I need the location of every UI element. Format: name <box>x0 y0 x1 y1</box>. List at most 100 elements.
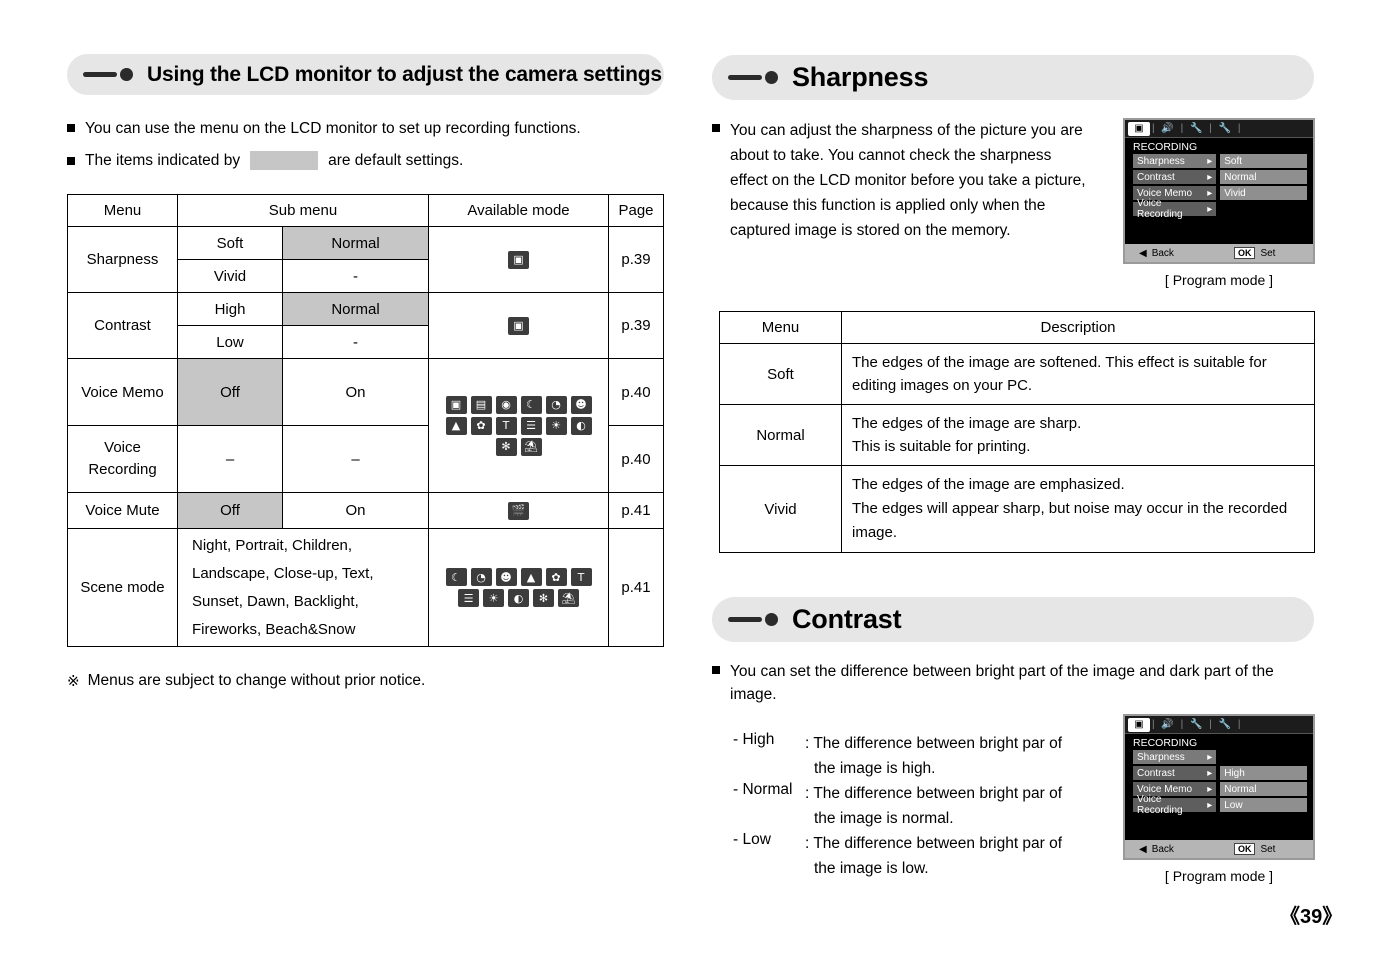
contrast-bullet-text: You can set the difference between brigh… <box>730 663 1274 703</box>
chevron-right-icon: ▸ <box>1207 799 1213 811</box>
lcd-row-sharpness[interactable]: Sharpness ▸ Soft <box>1125 154 1313 168</box>
lcd-label-voice-recording: Voice Recording ▸ <box>1133 794 1217 816</box>
lcd-back-button[interactable]: ◀ Back <box>1139 248 1174 259</box>
lcd-value-normal[interactable]: Normal <box>1220 170 1307 184</box>
cell-sub-dash: - <box>282 259 429 293</box>
lcd-value-high[interactable]: High <box>1220 766 1307 780</box>
wrench2-icon[interactable]: 🔧 <box>1214 718 1236 732</box>
table-row: Normal The edges of the image are sharp.… <box>719 404 1315 466</box>
divider: | <box>1237 719 1241 730</box>
night-mode-icon: ☾ <box>445 568 467 586</box>
contrast-desc-low-1: : The difference between bright par of <box>805 835 1063 852</box>
scene-list-text: Night, Portrait, Children, Landscape, Cl… <box>192 536 374 638</box>
mysetting-mode-icon: ◔ <box>470 568 492 586</box>
cell-page-voice-mute: p.41 <box>608 492 664 529</box>
chevron-right-icon: ▸ <box>1207 767 1213 779</box>
lcd-row-sharpness[interactable]: Sharpness ▸ <box>1125 750 1313 764</box>
divider: | <box>1209 719 1212 730</box>
wrench2-icon[interactable]: 🔧 <box>1214 122 1236 136</box>
chevron-right-icon: ▸ <box>1207 155 1213 167</box>
th-available-mode: Available mode <box>428 194 609 227</box>
lcd-set-button[interactable]: OK Set <box>1233 843 1275 855</box>
portrait-mode-icon: ☻ <box>570 395 592 414</box>
contrast-desc-low-2: the image is low. <box>814 860 929 877</box>
lcd-row-voice-recording[interactable]: Voice Recording ▸ Low <box>1125 794 1313 816</box>
left-bullet-3-text: are default settings. <box>328 152 464 169</box>
sunset-mode-icon: ☰ <box>458 589 479 607</box>
contrast-line-normal: - Normal : The difference between bright… <box>733 781 1062 831</box>
beach-snow-mode-icon: ⛱ <box>520 437 542 456</box>
sharpness-bullet-text: You can adjust the sharpness of the pict… <box>730 122 1086 239</box>
lcd-back-label: Back <box>1151 247 1174 259</box>
movie-mode-icon: 🎬 <box>508 501 529 520</box>
contrast-desc-low: : The difference between bright par of t… <box>805 831 1062 881</box>
asr-mode-icon: ◉ <box>495 395 517 414</box>
lcd-label-contrast: Contrast ▸ <box>1133 766 1217 780</box>
left-note-text: Menus are subject to change without prio… <box>87 672 426 689</box>
lcd-label-text: Voice Memo <box>1137 783 1193 795</box>
lcd-value-low[interactable]: Low <box>1220 798 1307 812</box>
cell-sub-soft: Soft <box>177 226 283 260</box>
lcd-tabbar: ▣ | 🔊 | 🔧 | 🔧 | <box>1125 716 1313 734</box>
left-bullet-1-text: You can use the menu on the LCD monitor … <box>85 120 581 137</box>
camera-auto-icon: ▣ <box>508 316 529 335</box>
lcd-set-button[interactable]: OK Set <box>1233 247 1276 259</box>
lcd-row-voice-recording[interactable]: Voice Recording ▸ <box>1125 198 1313 220</box>
lcd-label-contrast: Contrast ▸ <box>1133 170 1217 184</box>
lcd-mode-title: RECORDING <box>1133 141 1198 153</box>
lcd-back-button[interactable]: ◀ Back <box>1139 844 1174 855</box>
night-mode-icon: ☾ <box>520 395 542 414</box>
cell-menu-soft: Soft <box>719 343 842 405</box>
lcd-label-text: Contrast <box>1137 767 1175 779</box>
cell-sub-dash: - <box>282 325 429 359</box>
lcd-set-label: Set <box>1260 247 1276 259</box>
menu-table: Menu Sub menu Available mode Page Sharpn… <box>67 194 664 647</box>
cell-menu-voice-memo: Voice Memo <box>67 358 178 426</box>
cell-sub-off: Off <box>177 492 283 529</box>
contrast-desc-high-1: : The difference between bright par of <box>805 735 1063 752</box>
lcd-row-contrast[interactable]: Contrast ▸ Normal <box>1125 170 1313 184</box>
caption-program-mode-1: [ Program mode ] <box>1164 272 1274 288</box>
left-bullet-2: The items indicated by are default setti… <box>67 150 667 171</box>
fireworks-mode-icon: ✻ <box>533 589 554 607</box>
cell-sub-high: High <box>177 292 283 326</box>
text-mode-icon: T <box>570 568 592 586</box>
table-row: Sharpness Soft Normal ▣ p.39 <box>67 226 664 293</box>
bullet-square-icon <box>67 156 75 165</box>
lcd-bottombar: ◀ Back OK Set <box>1125 244 1313 262</box>
wrench1-icon[interactable]: 🔧 <box>1185 122 1207 136</box>
cell-sub-dash2: – <box>282 425 429 493</box>
cell-desc-vivid: The edges of the image are emphasized. T… <box>841 465 1315 553</box>
bullet-square-icon <box>67 124 75 132</box>
cell-menu-voice-mute: Voice Mute <box>67 492 178 529</box>
text-mode-icon: T <box>495 416 517 435</box>
lcd-preview-contrast: ▣ | 🔊 | 🔧 | 🔧 | RECORDING Sharpness ▸ Con… <box>1123 714 1315 860</box>
lcd-value-soft[interactable]: Soft <box>1220 154 1307 168</box>
lcd-row-contrast[interactable]: Contrast ▸ High <box>1125 766 1313 780</box>
cell-page-voice-recording: p.40 <box>608 425 664 493</box>
cell-page-scene-mode: p.41 <box>608 528 664 647</box>
backlight-mode-icon: ◐ <box>570 416 592 435</box>
table-row: Soft The edges of the image are softened… <box>719 343 1315 405</box>
cell-page-sharpness: p.39 <box>608 226 664 293</box>
lcd-mode-title: RECORDING <box>1133 737 1198 749</box>
lcd-value-normal[interactable]: Normal <box>1220 782 1307 796</box>
speaker-icon[interactable]: 🔊 <box>1157 718 1179 732</box>
camera-icon[interactable]: ▣ <box>1128 717 1150 732</box>
wrench1-icon[interactable]: 🔧 <box>1185 718 1207 732</box>
lcd-value-vivid[interactable]: Vivid <box>1220 186 1307 200</box>
camera-icon[interactable]: ▣ <box>1128 121 1150 136</box>
th-menu: Menu <box>719 311 842 344</box>
fireworks-mode-icon: ✻ <box>495 437 517 456</box>
section-header-contrast: Contrast <box>712 597 1314 642</box>
lcd-label-sharpness: Sharpness ▸ <box>1133 750 1217 764</box>
section-header-lcd-monitor: Using the LCD monitor to adjust the came… <box>67 54 664 95</box>
lcd-tabbar: ▣ | 🔊 | 🔧 | 🔧 | <box>1125 120 1313 138</box>
cell-menu-sharpness: Sharpness <box>67 226 178 293</box>
cell-sub-on: On <box>282 492 429 529</box>
header-dash-icon <box>728 75 762 80</box>
speaker-icon[interactable]: 🔊 <box>1157 122 1179 136</box>
landscape-mode-icon: ▲ <box>520 568 542 586</box>
header-dot-icon <box>765 71 778 84</box>
contrast-desc-normal-1: : The difference between bright par of <box>805 785 1063 802</box>
